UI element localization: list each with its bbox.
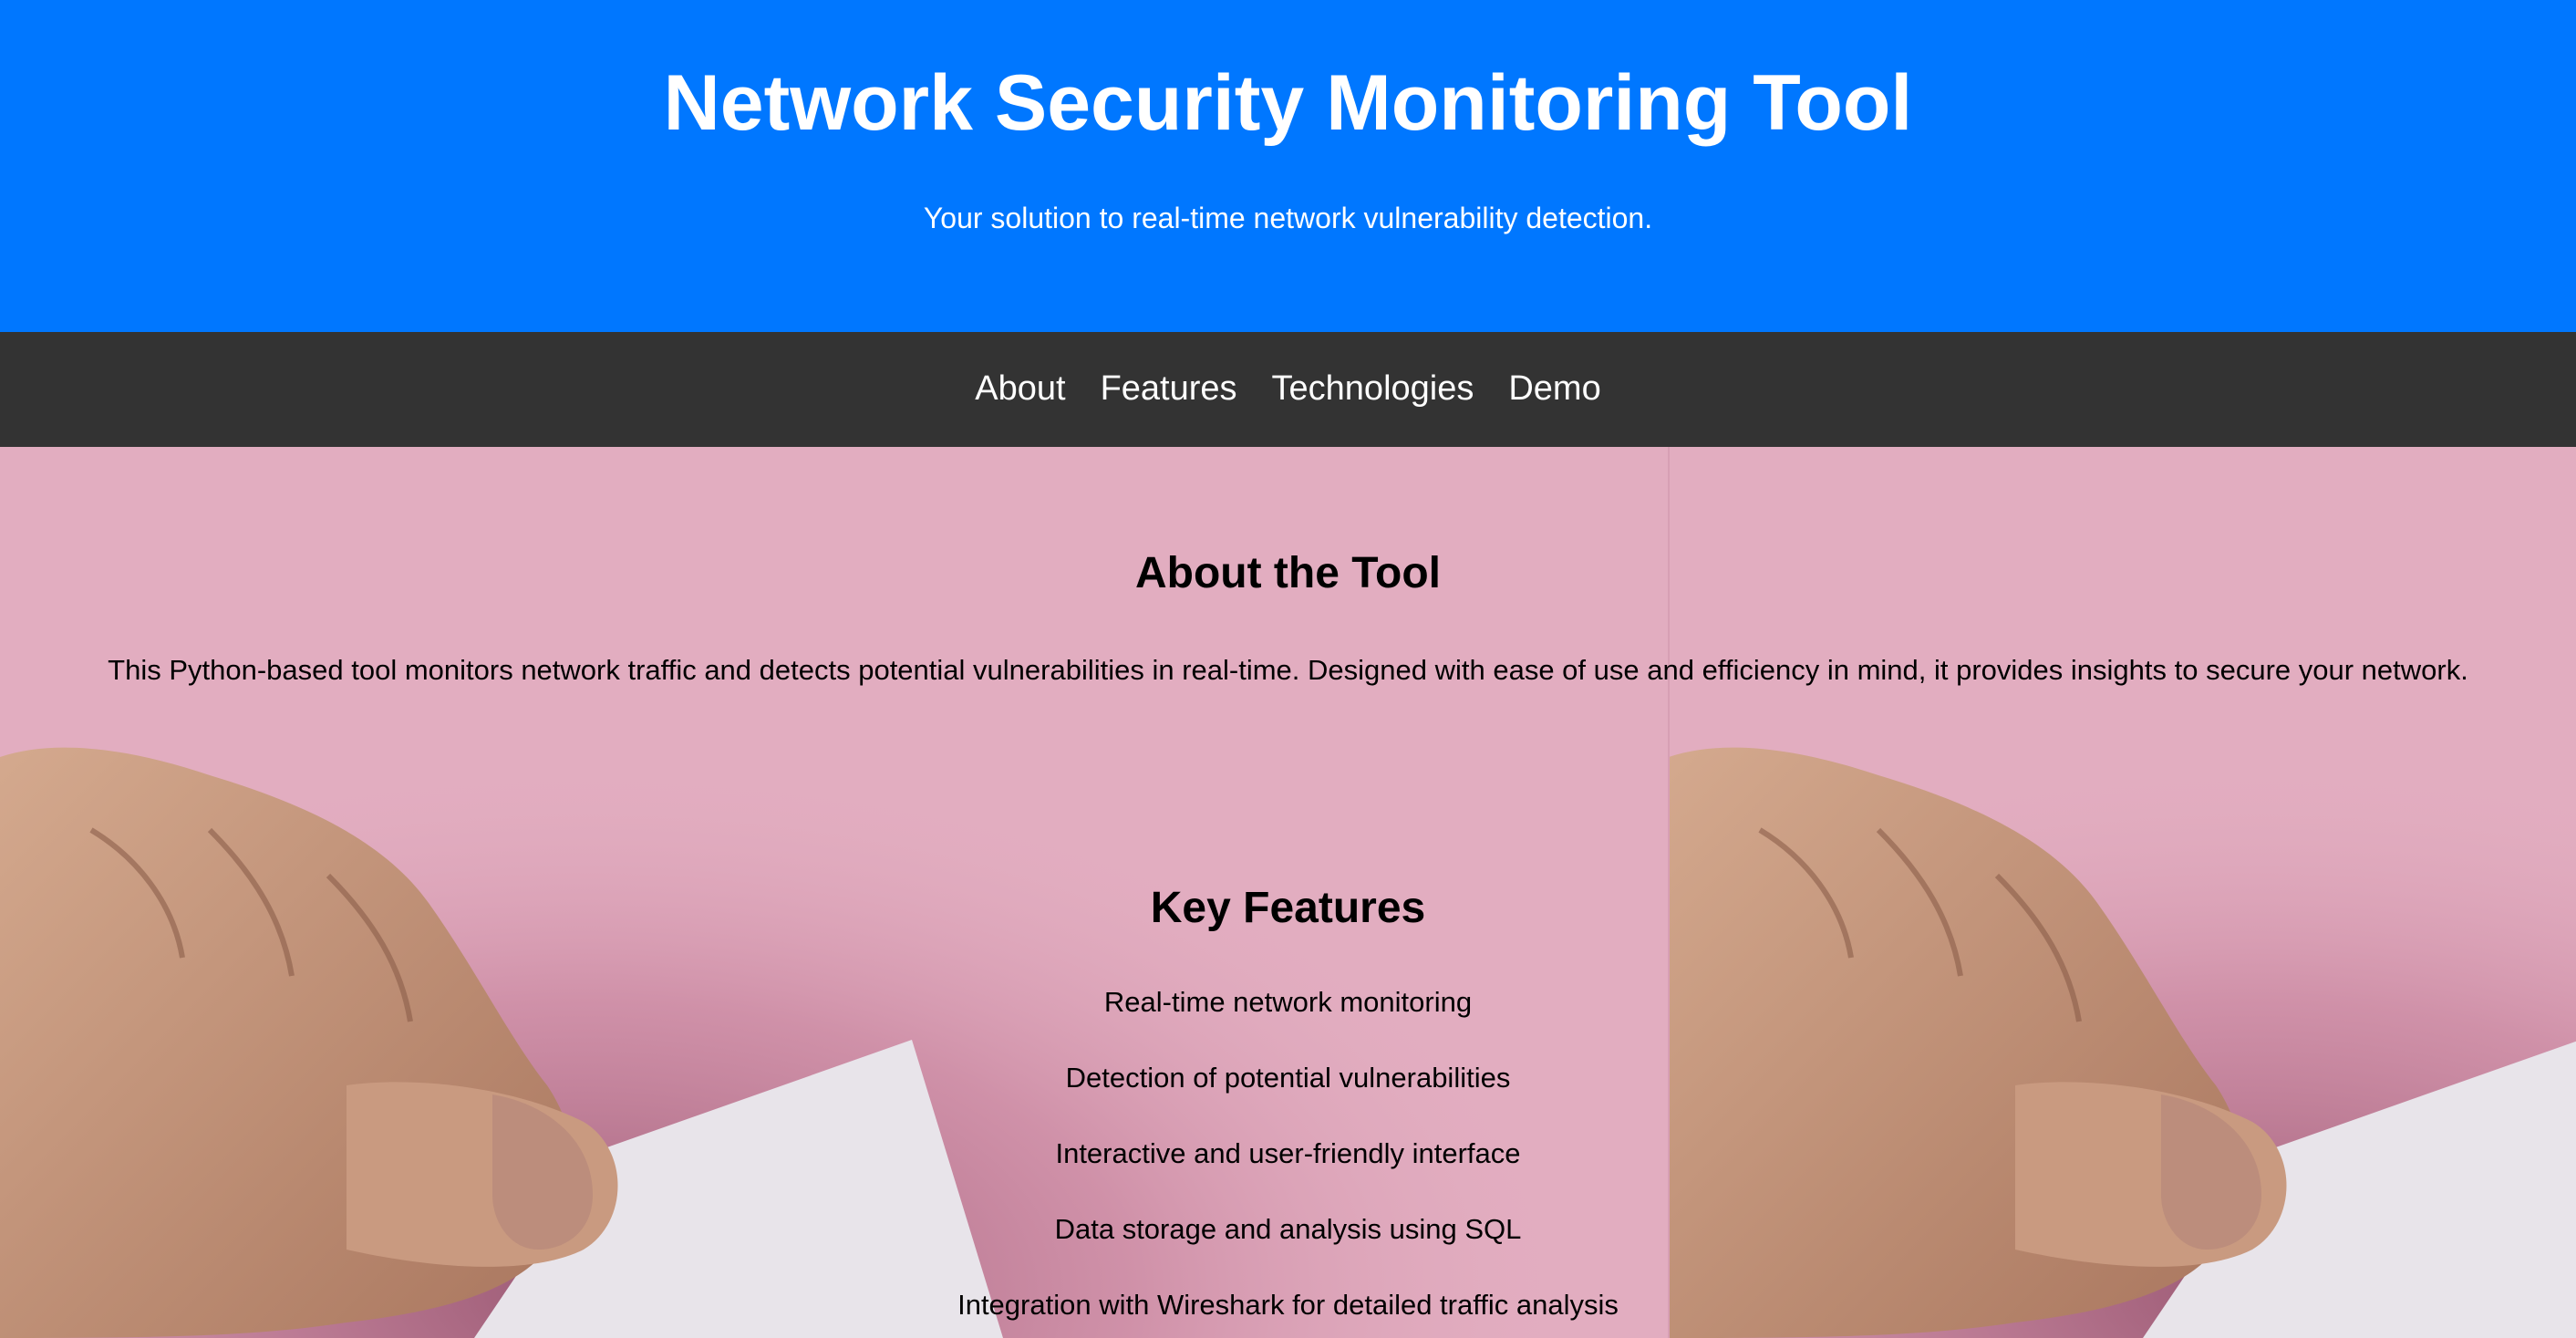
nav-link-about[interactable]: About — [975, 368, 1065, 410]
site-header: Network Security Monitoring Tool Your so… — [0, 0, 2576, 332]
about-text: This Python-based tool monitors network … — [108, 654, 2468, 686]
features-list: Real-time network monitoring Detection o… — [0, 985, 2576, 1338]
feature-item: Real-time network monitoring — [1103, 986, 1473, 1018]
feature-item: Detection of potential vulnerabilities — [1065, 1062, 1511, 1094]
feature-item: Interactive and user-friendly interface — [1055, 1137, 1521, 1169]
main-content: About the Tool This Python-based tool mo… — [0, 447, 2576, 1338]
page-tagline: Your solution to real-time network vulne… — [923, 202, 1653, 234]
about-heading: About the Tool — [1134, 549, 1441, 597]
page-title: Network Security Monitoring Tool — [663, 59, 1913, 147]
nav-link-technologies[interactable]: Technologies — [1272, 368, 1474, 410]
main-nav: About Features Technologies Demo — [0, 332, 2576, 447]
nav-link-features[interactable]: Features — [1101, 368, 1237, 410]
feature-item: Data storage and analysis using SQL — [1054, 1213, 1522, 1245]
nav-link-demo[interactable]: Demo — [1508, 368, 1600, 410]
features-heading: Key Features — [1150, 884, 1426, 932]
feature-item: Integration with Wireshark for detailed … — [957, 1289, 1619, 1321]
